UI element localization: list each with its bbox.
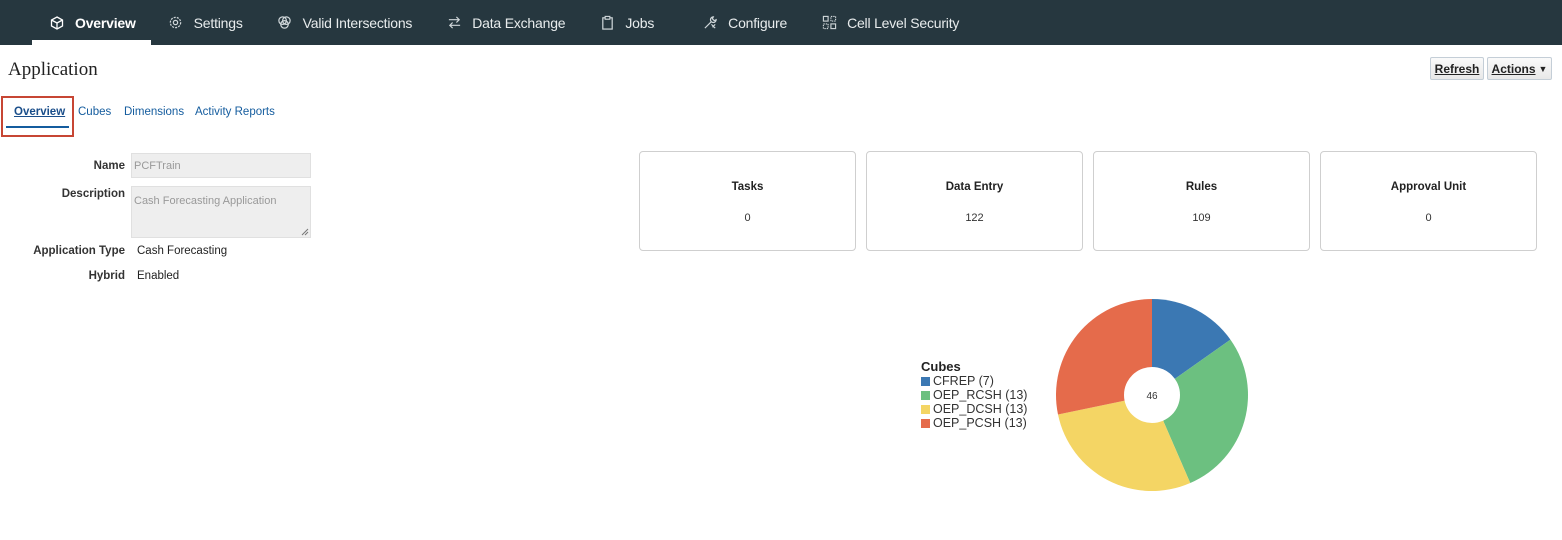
page-title: Application — [8, 59, 98, 80]
actions-button[interactable]: Actions ▼ — [1487, 57, 1552, 80]
card-title: Approval Unit — [1390, 181, 1467, 193]
card-value: 122 — [965, 212, 984, 224]
top-navigation-bar: Overview Settings Valid Intersections Da… — [0, 0, 1562, 45]
description-text: Cash Forecasting Application — [134, 195, 277, 207]
legend-swatch — [921, 418, 930, 428]
nav-item-valid-intersections[interactable]: Valid Intersections — [260, 0, 430, 45]
nav-item-label: Valid Intersections — [302, 14, 413, 31]
chart-legend: Cubes CFREP (7) OEP_RCSH (13) OEP_DCSH (13… — [921, 359, 1027, 430]
nav-item-label: Overview — [75, 14, 136, 31]
legend-item[interactable]: OEP_RCSH (13) — [921, 388, 1027, 402]
tasks-card[interactable]: Tasks 0 — [639, 151, 856, 251]
nav-item-cell-level-security[interactable]: Cell Level Security — [804, 0, 976, 45]
tab-dimensions[interactable]: Dimensions — [124, 106, 184, 118]
data-entry-card[interactable]: Data Entry 122 — [866, 151, 1083, 251]
donut-center-label: 46 — [1146, 391, 1158, 402]
active-tab-indicator — [6, 126, 69, 128]
application-type-value: Cash Forecasting — [137, 245, 228, 257]
intersections-icon — [277, 15, 293, 31]
card-title: Rules — [1185, 181, 1218, 193]
legend-swatch — [921, 376, 930, 386]
description-label: Description — [61, 188, 125, 200]
tab-activity-reports[interactable]: Activity Reports — [195, 106, 275, 118]
nav-item-overview[interactable]: Overview — [32, 0, 151, 45]
grid-security-icon — [821, 15, 837, 31]
nav-item-label: Jobs — [625, 14, 655, 31]
resize-handle-icon[interactable] — [301, 228, 309, 236]
hybrid-value: Enabled — [137, 270, 180, 282]
refresh-button[interactable]: Refresh — [1430, 57, 1484, 80]
caret-down-icon: ▼ — [1538, 63, 1548, 74]
name-label: Name — [93, 160, 125, 172]
nav-item-jobs[interactable]: Jobs — [582, 0, 671, 45]
card-title: Tasks — [731, 181, 764, 193]
card-value: 109 — [1192, 212, 1211, 224]
legend-label: OEP_DCSH (13) — [933, 402, 1028, 416]
nav-item-data-exchange[interactable]: Data Exchange — [429, 0, 582, 45]
legend-label: CFREP (7) — [933, 374, 994, 388]
card-value: 0 — [744, 212, 751, 224]
gear-icon — [168, 15, 184, 31]
legend-label: OEP_PCSH (13) — [933, 416, 1027, 430]
nav-item-label: Data Exchange — [472, 14, 566, 31]
actions-button-label: Actions — [1491, 61, 1536, 76]
nav-item-label: Settings — [193, 14, 243, 31]
card-value: 0 — [1425, 212, 1432, 224]
description-field[interactable]: Cash Forecasting Application — [131, 186, 311, 238]
application-type-label: Application Type — [33, 245, 125, 257]
legend-item[interactable]: CFREP (7) — [921, 374, 1027, 388]
legend-swatch — [921, 390, 930, 400]
rules-card[interactable]: Rules 109 — [1093, 151, 1310, 251]
cube-icon — [49, 15, 65, 31]
tab-overview[interactable]: Overview — [14, 106, 65, 118]
card-title: Data Entry — [945, 181, 1004, 193]
nav-item-settings[interactable]: Settings — [151, 0, 260, 45]
tools-icon — [702, 15, 718, 31]
legend-swatch — [921, 404, 930, 414]
exchange-arrows-icon — [446, 15, 462, 31]
tab-cubes[interactable]: Cubes — [78, 106, 111, 118]
name-field[interactable]: PCFTrain — [131, 153, 311, 178]
legend-label: OEP_RCSH (13) — [933, 388, 1028, 402]
legend-item[interactable]: OEP_PCSH (13) — [921, 416, 1027, 430]
nav-item-configure[interactable]: Configure — [685, 0, 804, 45]
approval-unit-card[interactable]: Approval Unit 0 — [1320, 151, 1537, 251]
refresh-button-label: Refresh — [1434, 61, 1480, 76]
clipboard-icon — [599, 15, 615, 31]
nav-item-label: Configure — [728, 14, 788, 31]
nav-item-label: Cell Level Security — [847, 14, 960, 31]
legend-item[interactable]: OEP_DCSH (13) — [921, 402, 1027, 416]
cubes-donut-chart: 46 — [1056, 299, 1248, 491]
legend-title: Cubes — [921, 359, 961, 374]
hybrid-label: Hybrid — [88, 270, 125, 282]
